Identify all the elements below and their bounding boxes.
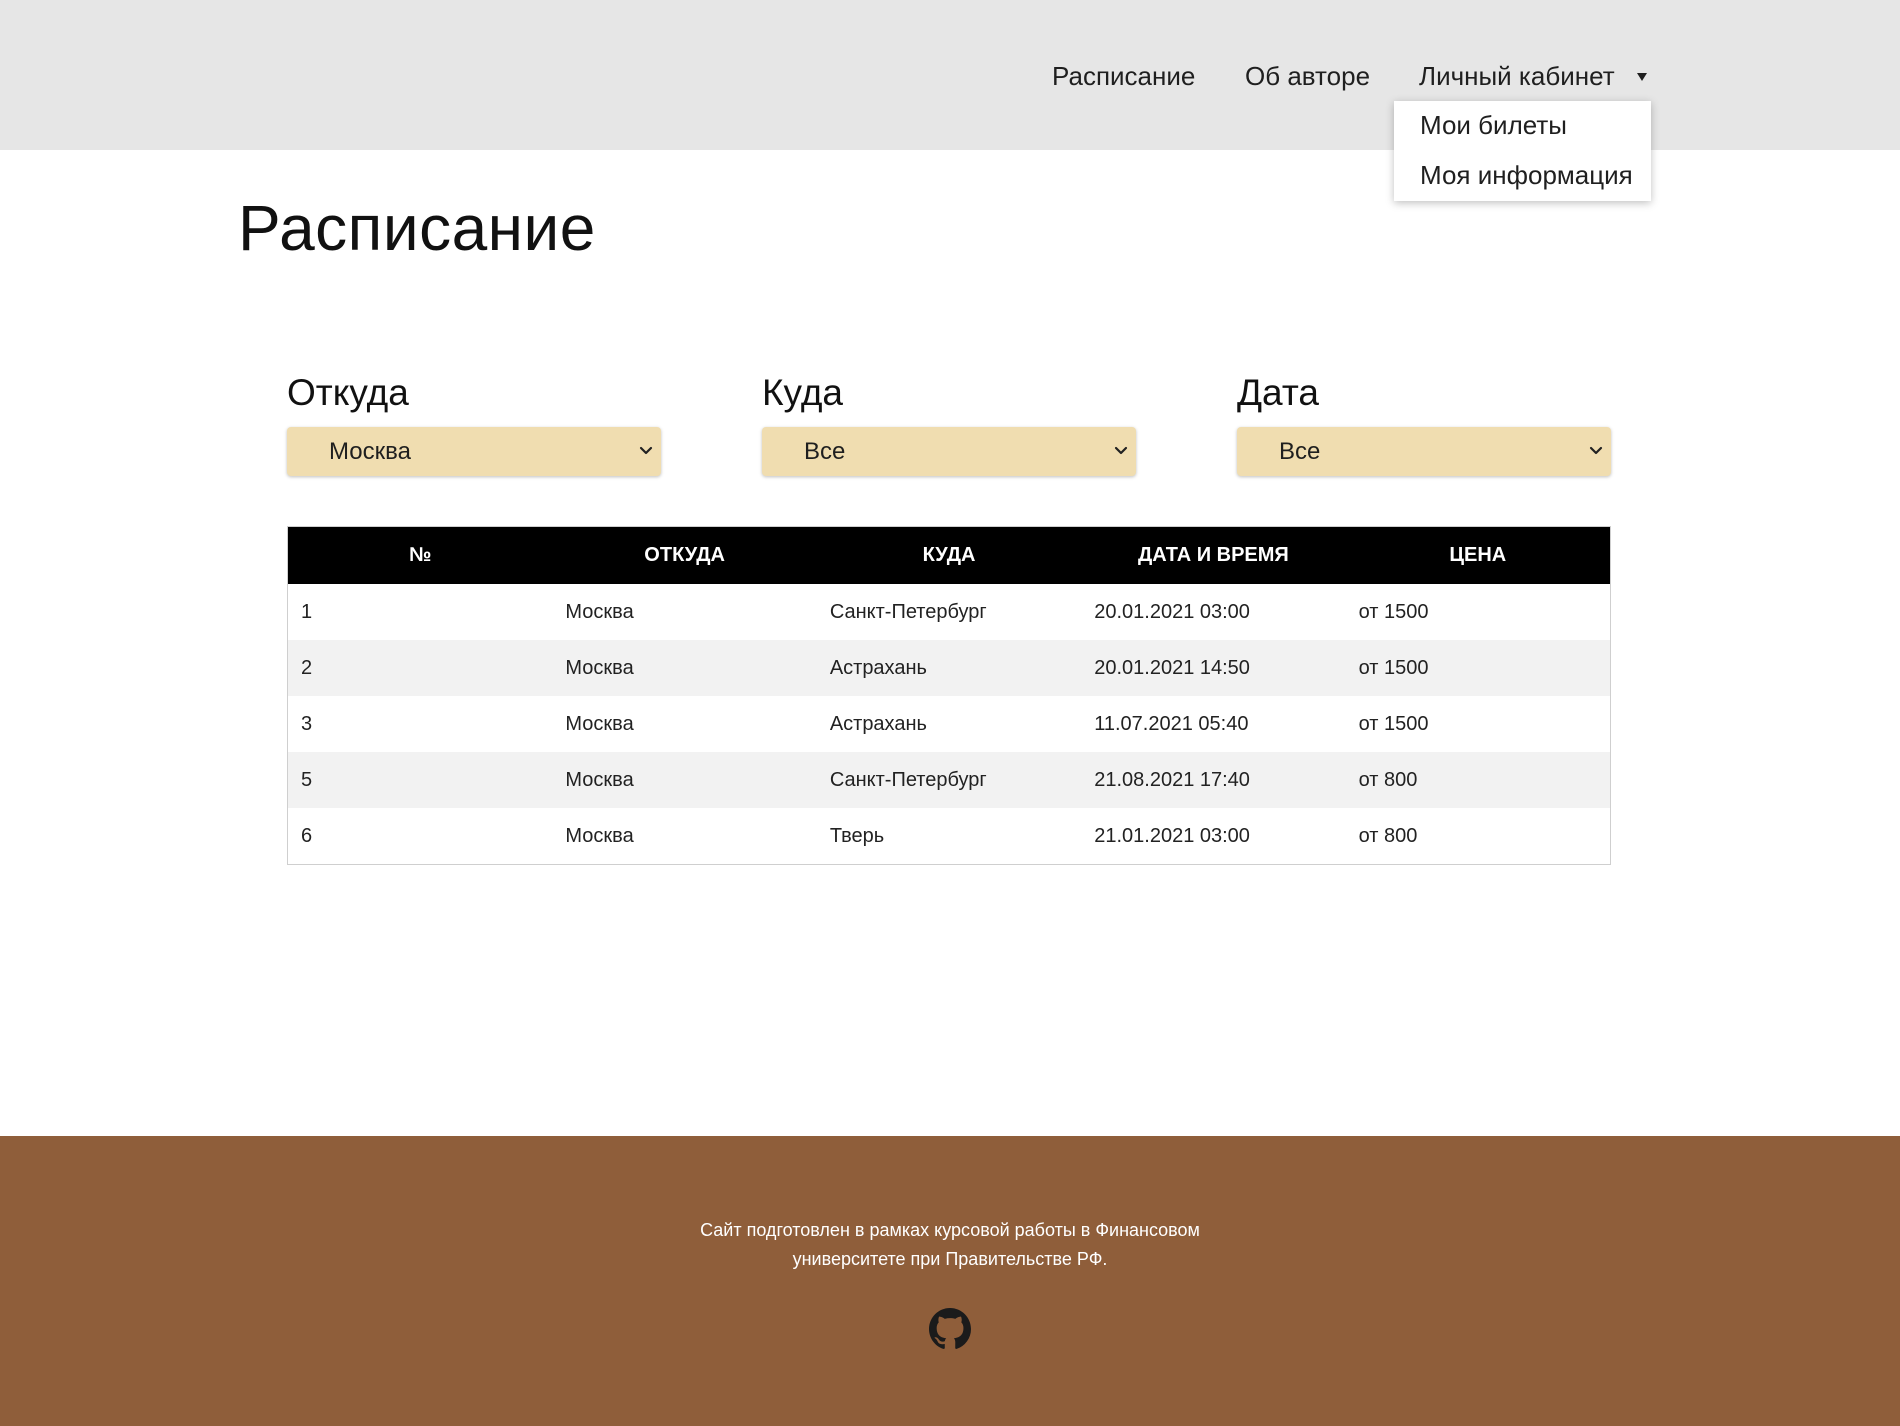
- nav-link-about[interactable]: Об авторе: [1245, 58, 1370, 94]
- chevron-down-icon: [1114, 446, 1128, 455]
- column-header-price: ЦЕНА: [1449, 544, 1507, 566]
- cell-price: от 800: [1358, 768, 1418, 791]
- filter-from-label: Откуда: [287, 372, 409, 413]
- nav-link-schedule-label: Расписание: [1052, 60, 1196, 91]
- github-icon[interactable]: [929, 1308, 971, 1350]
- page-title: Расписание: [238, 192, 596, 264]
- cell-to: Санкт-Петербург: [829, 600, 987, 623]
- table-row[interactable]: 2 Москва Астрахань 20.01.2021 14:50 от 1…: [288, 640, 1610, 696]
- nav-link-schedule[interactable]: Расписание: [1052, 58, 1195, 94]
- cell-datetime: 11.07.2021 05:40: [1094, 712, 1249, 735]
- schedule-table: № ОТКУДА КУДА ДАТА И ВРЕМЯ ЦЕНА 1 Москва…: [287, 526, 1611, 865]
- filter-date-select[interactable]: Все: [1237, 427, 1611, 476]
- cell-number: 2: [301, 656, 313, 679]
- cell-price: от 1500: [1358, 656, 1429, 679]
- menu-item-my-tickets[interactable]: Мои билеты: [1420, 110, 1567, 141]
- cell-from: Москва: [565, 824, 634, 847]
- cell-from: Москва: [565, 600, 634, 623]
- filter-date-label: Дата: [1237, 372, 1319, 413]
- column-header-datetime: ДАТА И ВРЕМЯ: [1138, 544, 1289, 566]
- cell-to: Тверь: [829, 824, 885, 847]
- column-header-from: ОТКУДА: [644, 544, 725, 566]
- footer-text-line2: университете при Правительстве РФ.: [792, 1249, 1108, 1269]
- site-footer: Сайт подготовлен в рамках курсовой работ…: [0, 1136, 1900, 1426]
- nav-account-label: Личный кабинет: [1419, 60, 1615, 91]
- cell-datetime: 21.08.2021 17:40: [1094, 768, 1250, 791]
- cell-datetime: 21.01.2021 03:00: [1094, 824, 1250, 847]
- table-body: 1 Москва Санкт-Петербург 20.01.2021 03:0…: [288, 584, 1610, 864]
- table-row[interactable]: 5 Москва Санкт-Петербург 21.08.2021 17:4…: [288, 752, 1610, 808]
- cell-price: от 1500: [1358, 712, 1429, 735]
- cell-number: 5: [301, 768, 313, 791]
- caret-down-icon: [1636, 73, 1647, 81]
- cell-number: 3: [301, 712, 313, 735]
- cell-to: Астрахань: [829, 712, 927, 735]
- cell-datetime: 20.01.2021 03:00: [1094, 600, 1250, 623]
- table-row[interactable]: 6 Москва Тверь 21.01.2021 03:00 от 800: [288, 808, 1610, 864]
- nav-link-about-label: Об авторе: [1245, 60, 1371, 91]
- footer-text: Сайт подготовлен в рамках курсовой работ…: [0, 1216, 1900, 1274]
- column-header-number: №: [409, 544, 432, 566]
- filter-from-select[interactable]: Москва: [287, 427, 661, 476]
- cell-number: 1: [301, 600, 313, 623]
- cell-to: Санкт-Петербург: [829, 768, 987, 791]
- filter-from-value: Москва: [329, 438, 411, 465]
- nav-account-menu[interactable]: Личный кабинет: [1419, 58, 1647, 94]
- filter-to-label: Куда: [762, 372, 843, 413]
- filter-to-select[interactable]: Все: [762, 427, 1136, 476]
- cell-from: Москва: [565, 712, 634, 735]
- filter-date-value: Все: [1279, 438, 1321, 465]
- cell-number: 6: [301, 824, 313, 847]
- table-row[interactable]: 1 Москва Санкт-Петербург 20.01.2021 03:0…: [288, 584, 1610, 640]
- table-row[interactable]: 3 Москва Астрахань 11.07.2021 05:40 от 1…: [288, 696, 1610, 752]
- cell-from: Москва: [565, 656, 634, 679]
- menu-item-my-info[interactable]: Моя информация: [1420, 160, 1633, 191]
- cell-from: Москва: [565, 768, 634, 791]
- filter-to-value: Все: [804, 438, 846, 465]
- footer-text-line1: Сайт подготовлен в рамках курсовой работ…: [700, 1220, 1200, 1240]
- cell-to: Астрахань: [829, 656, 927, 679]
- account-dropdown-menu: Мои билеты Моя информация: [1394, 101, 1651, 201]
- chevron-down-icon: [1589, 446, 1603, 455]
- table-header-row: № ОТКУДА КУДА ДАТА И ВРЕМЯ ЦЕНА: [288, 527, 1610, 584]
- cell-datetime: 20.01.2021 14:50: [1094, 656, 1250, 679]
- cell-price: от 1500: [1358, 600, 1429, 623]
- column-header-to: КУДА: [922, 544, 976, 566]
- chevron-down-icon: [639, 446, 653, 455]
- cell-price: от 800: [1358, 824, 1418, 847]
